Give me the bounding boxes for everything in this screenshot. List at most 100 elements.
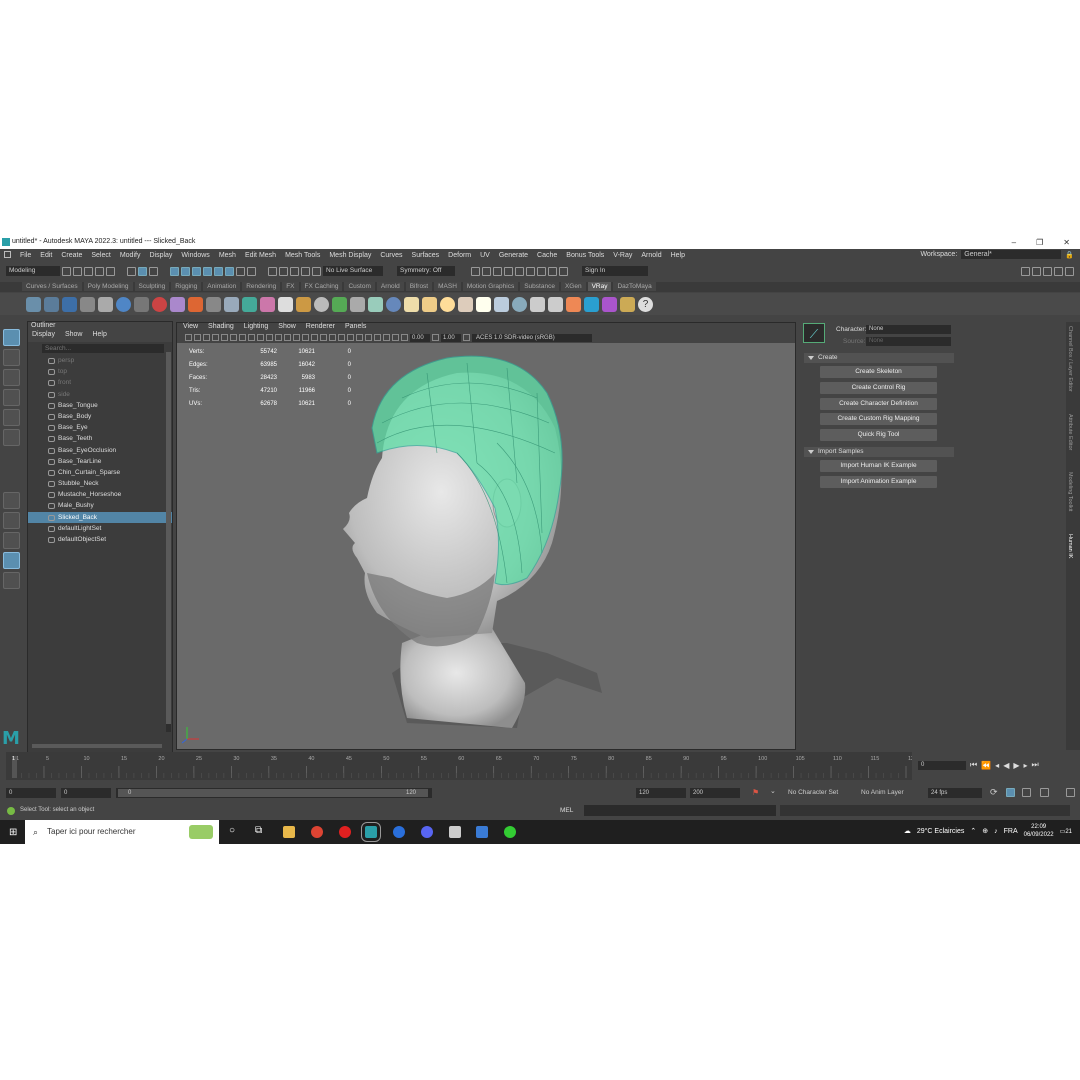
vray-fur-icon[interactable] (170, 296, 185, 312)
xray-icon[interactable] (374, 334, 381, 341)
rotate-tool-icon[interactable] (3, 409, 20, 426)
notifications-icon[interactable]: ▭21 (1060, 828, 1072, 835)
vray-spot-light-icon[interactable] (422, 296, 437, 312)
shelf-tab[interactable]: Rendering (242, 282, 281, 291)
textured-icon[interactable] (311, 334, 318, 341)
vray-sphere2-icon[interactable] (386, 296, 401, 312)
workspace-dropdown[interactable]: General* (961, 250, 1062, 259)
snap-curve-icon[interactable] (181, 266, 190, 276)
vray-vrscene-icon[interactable] (566, 296, 581, 312)
vray-rect-light-icon[interactable] (404, 296, 419, 312)
range-slider-handle[interactable]: 0 120 (118, 789, 428, 797)
vray-dome-icon[interactable] (314, 296, 329, 312)
highlight-icon[interactable] (247, 266, 256, 276)
human-ik-tab[interactable]: Human IK (1067, 534, 1073, 558)
outliner-item[interactable]: Male_Bushy (28, 500, 172, 511)
history-icon[interactable] (268, 266, 277, 276)
four-view-layout-icon[interactable] (3, 512, 20, 529)
vray-chaos-icon[interactable] (602, 296, 617, 312)
viewport-menu-view[interactable]: View (183, 323, 198, 332)
language-indicator[interactable]: FRA (1004, 828, 1018, 835)
shelf-tab[interactable]: Bifrost (405, 282, 433, 291)
vray-vfb-icon[interactable] (548, 266, 557, 276)
menu-windows[interactable]: Windows (181, 252, 209, 259)
fps-dropdown[interactable]: 24 fps (928, 788, 982, 798)
loop-icon[interactable]: ⟳ (990, 787, 998, 798)
volume-icon[interactable]: ♪ (994, 828, 998, 835)
vray-env-icon[interactable] (512, 296, 527, 312)
ipr-render-icon[interactable] (493, 266, 502, 276)
open-scene-icon[interactable] (73, 266, 82, 276)
lasso-tool-icon[interactable] (3, 349, 20, 366)
outliner-hscrollbar[interactable] (32, 744, 162, 748)
menu-bonus-tools[interactable]: Bonus Tools (566, 252, 604, 259)
shelf-tab[interactable]: Custom (344, 282, 375, 291)
photos-icon[interactable] (476, 826, 488, 838)
home-icon[interactable] (4, 251, 11, 258)
vray-gear-icon[interactable] (350, 296, 365, 312)
scale-tool-icon[interactable] (3, 429, 20, 446)
save-scene-icon[interactable] (84, 266, 93, 276)
quick-rig-tool-button[interactable]: Quick Rig Tool (820, 429, 937, 441)
outliner-item[interactable]: Slicked_Back (28, 511, 172, 523)
shelf-tab[interactable]: Curves / Surfaces (22, 282, 82, 291)
sound-icon[interactable] (1022, 788, 1031, 797)
help-icon[interactable]: ? (638, 296, 653, 312)
lights-icon[interactable] (320, 334, 327, 341)
vray-sphere-icon[interactable] (116, 296, 131, 312)
outliner-item[interactable]: front (28, 377, 172, 388)
menu-cache[interactable]: Cache (537, 252, 557, 259)
windows-start-icon[interactable]: ⊞ (9, 827, 17, 838)
outliner-item[interactable]: side (28, 389, 172, 400)
anim-layer-dropdown[interactable]: No Anim Layer (861, 789, 904, 796)
vray-ipr-icon[interactable] (537, 266, 546, 276)
weather-text[interactable]: 29°C Eclaircies (917, 828, 965, 835)
vray-sun-icon[interactable] (296, 296, 311, 312)
paint-select-tool-icon[interactable] (3, 369, 20, 386)
safe-title-icon[interactable] (266, 334, 273, 341)
outliner-scrollbar[interactable] (166, 352, 171, 732)
new-scene-icon[interactable] (62, 266, 71, 276)
vray-camera-icon[interactable] (548, 296, 563, 312)
shelf-tab[interactable]: Animation (203, 282, 241, 291)
whatsapp-icon[interactable] (504, 826, 516, 838)
minimize-button[interactable]: – (1012, 238, 1016, 247)
menu-curves[interactable]: Curves (380, 252, 402, 259)
restore-button[interactable]: ❐ (1036, 238, 1043, 247)
search-icon[interactable] (3, 572, 20, 589)
preferences-icon[interactable] (1066, 788, 1075, 797)
outliner-item[interactable]: Base_Teeth (28, 433, 172, 444)
select-hierarchy-icon[interactable] (127, 266, 136, 276)
select-tool-icon[interactable] (3, 329, 20, 346)
menu-display[interactable]: Display (149, 252, 172, 259)
vray-scatter-icon[interactable] (368, 296, 383, 312)
snap-vertex-icon[interactable] (225, 266, 234, 276)
menu-mesh-display[interactable]: Mesh Display (329, 252, 371, 259)
bookmark-icon[interactable] (194, 334, 201, 341)
view-transform-dropdown[interactable]: ACES 1.0 SDR-video (sRGB) (472, 333, 592, 342)
lock-icon[interactable]: 🔒 (1065, 251, 1074, 259)
isolate-icon[interactable] (365, 334, 372, 341)
redo-icon[interactable] (106, 266, 115, 276)
outliner-menu-help[interactable]: Help (92, 331, 106, 342)
go-to-end-icon[interactable]: ⏭ (1032, 760, 1039, 770)
playback-options-icon[interactable] (1040, 788, 1049, 797)
vray-fire-icon[interactable] (188, 296, 203, 312)
snap-grid-icon[interactable] (170, 266, 179, 276)
close-button[interactable]: ✕ (1063, 238, 1070, 247)
vray-ies-light-icon[interactable] (458, 296, 473, 312)
current-frame-field[interactable]: 0 (918, 760, 966, 770)
default-material-icon[interactable] (293, 334, 300, 341)
single-perspective-layout-icon[interactable] (3, 492, 20, 509)
toggle-modeling-toolkit-icon[interactable] (1032, 266, 1041, 276)
menu-mesh-tools[interactable]: Mesh Tools (285, 252, 320, 259)
vray-plant-icon[interactable] (332, 296, 347, 312)
hypershade-icon[interactable] (515, 266, 524, 276)
viewport-menu-show[interactable]: Show (278, 323, 296, 332)
vray-render-icon[interactable] (62, 296, 77, 312)
outliner-item[interactable]: defaultObjectSet (28, 534, 172, 545)
shelf-tab[interactable]: XGen (560, 282, 586, 291)
menu-select[interactable]: Select (91, 252, 110, 259)
vray-plug-icon[interactable] (80, 296, 95, 312)
menu-help[interactable]: Help (671, 252, 685, 259)
